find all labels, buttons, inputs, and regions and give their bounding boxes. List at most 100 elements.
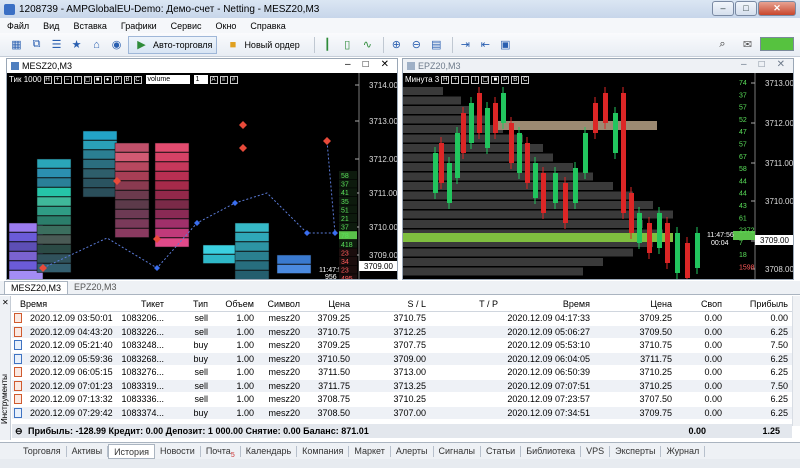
column-header[interactable]: Прибыль: [750, 299, 788, 309]
tab-12[interactable]: VPS: [581, 445, 611, 457]
chart-window-mesz20[interactable]: MESZ20,M3 – □ ✕ 3714.00 3713.00 3712.00 371…: [6, 58, 398, 280]
tool-lines-icon[interactable]: ≡: [219, 75, 228, 84]
column-header[interactable]: S / L: [407, 299, 426, 309]
tool-fill-icon[interactable]: ■: [491, 75, 500, 84]
tab-13[interactable]: Эксперты: [610, 445, 662, 457]
column-header[interactable]: Время: [20, 299, 47, 309]
column-header[interactable]: Тикет: [141, 299, 164, 309]
line-chart-icon[interactable]: ∿: [359, 36, 376, 53]
tool-p-icon[interactable]: P: [113, 75, 122, 84]
chart-minimize-button[interactable]: –: [741, 59, 747, 70]
tool-box-icon[interactable]: ▢: [83, 75, 92, 84]
new-order-button[interactable]: ■ Новый ордер: [220, 36, 303, 54]
tool-plus-icon[interactable]: +: [53, 75, 62, 84]
candle-chart-icon[interactable]: ▯: [339, 36, 356, 53]
column-header[interactable]: T / P: [479, 299, 498, 309]
table-row[interactable]: 2020.12.09 05:59:36 1083268... buy 1.00 mesz…: [12, 352, 792, 365]
close-button[interactable]: ✕: [758, 1, 796, 16]
chart-maximize-button[interactable]: □: [759, 59, 765, 70]
column-header[interactable]: Своп: [701, 299, 722, 309]
maximize-button[interactable]: □: [735, 1, 757, 16]
tab-epz20[interactable]: EPZ20,M3: [68, 281, 123, 294]
column-header[interactable]: Цена: [650, 299, 672, 309]
profiles-icon[interactable]: ⧉: [28, 36, 45, 53]
menu-insert[interactable]: Вставка: [66, 21, 113, 31]
chart-close-button[interactable]: ✕: [381, 59, 389, 70]
tool-minus-icon[interactable]: −: [461, 75, 470, 84]
chart-minimize-button[interactable]: –: [345, 59, 351, 70]
collapse-icon[interactable]: ⊖: [15, 426, 23, 437]
menu-view[interactable]: Вид: [36, 21, 66, 31]
tab-2[interactable]: История: [108, 443, 155, 459]
table-row[interactable]: 2020.12.09 05:21:40 1083248... buy 1.00 mesz…: [12, 339, 792, 351]
table-row[interactable]: 2020.12.09 07:01:23 1083319... sell 1.00 mes…: [12, 379, 792, 392]
tab-10[interactable]: Статьи: [481, 445, 522, 457]
tab-5[interactable]: Календарь: [241, 445, 298, 457]
chat-icon[interactable]: ✉: [739, 36, 756, 53]
table-row[interactable]: 2020.12.09 07:29:42 1083374... buy 1.00 mesz…: [12, 406, 792, 419]
tool-h-icon[interactable]: H: [441, 75, 450, 84]
tool-c-icon[interactable]: C: [133, 75, 142, 84]
navigator-icon[interactable]: ★: [68, 36, 85, 53]
tool-c-icon[interactable]: C: [521, 75, 530, 84]
tool-dot-icon[interactable]: ●: [103, 75, 112, 84]
tab-8[interactable]: Алерты: [391, 445, 434, 457]
tab-7[interactable]: Маркет: [349, 445, 391, 457]
menu-help[interactable]: Справка: [243, 21, 292, 31]
table-row[interactable]: 2020.12.09 07:13:32 1083336... sell 1.00 mes…: [12, 393, 792, 405]
tool-plus-icon[interactable]: +: [451, 75, 460, 84]
tool-grid-icon[interactable]: #: [229, 75, 238, 84]
tab-mesz20[interactable]: MESZ20,M3: [4, 281, 69, 294]
zoom-in-icon[interactable]: ⊕: [388, 36, 405, 53]
tool-h-icon[interactable]: H: [43, 75, 52, 84]
tab-4[interactable]: Почта5: [201, 445, 241, 458]
table-scrollbar[interactable]: [792, 296, 800, 426]
tool-minus-icon[interactable]: −: [63, 75, 72, 84]
table-row[interactable]: 2020.12.09 04:43:20 1083226... sell 1.00 mes…: [12, 325, 792, 338]
chart-maximize-button[interactable]: □: [363, 59, 369, 70]
tab-11[interactable]: Библиотека: [521, 445, 582, 457]
zoom-out-icon[interactable]: ⊖: [408, 36, 425, 53]
menu-file[interactable]: Файл: [0, 21, 36, 31]
menu-charts[interactable]: Графики: [114, 21, 164, 31]
bar-chart-icon[interactable]: ┃: [319, 36, 336, 53]
chart-close-button[interactable]: ✕: [777, 59, 785, 70]
signal-icon[interactable]: ◉: [108, 36, 125, 53]
tool-bars-icon[interactable]: I: [471, 75, 480, 84]
minimize-button[interactable]: –: [712, 1, 734, 16]
chart-shift-icon[interactable]: ⇤: [477, 36, 494, 53]
tool-bars-icon[interactable]: I: [73, 75, 82, 84]
market-watch-icon[interactable]: ☰: [48, 36, 65, 53]
tab-9[interactable]: Сигналы: [434, 445, 482, 457]
chart-canvas[interactable]: 3714.00 3713.00 3712.00 3711.00 3710.00 3709.…: [7, 73, 397, 279]
tool-b-icon[interactable]: B: [123, 75, 132, 84]
column-header[interactable]: Тип: [193, 299, 208, 309]
column-header[interactable]: Символ: [268, 299, 300, 309]
close-toolbox-icon[interactable]: ✕: [2, 298, 9, 307]
autotrade-button[interactable]: ▶ Авто-торговля: [128, 35, 218, 54]
table-row[interactable]: 2020.12.09 06:05:15 1083276... sell 1.00 mes…: [12, 366, 792, 378]
tab-6[interactable]: Компания: [297, 445, 350, 457]
tab-3[interactable]: Новости: [155, 445, 201, 457]
chart-window-epz20[interactable]: EPZ20,M3 – □ ✕ 3713.00 3712.00 3711.00 3710…: [402, 58, 794, 280]
data-window-icon[interactable]: ⌂: [88, 36, 105, 53]
tool-p-icon[interactable]: P: [501, 75, 510, 84]
auto-scroll-icon[interactable]: ⇥: [457, 36, 474, 53]
tab-1[interactable]: Активы: [67, 445, 109, 457]
column-header[interactable]: Время: [563, 299, 590, 309]
step-select[interactable]: 1: [193, 75, 208, 84]
tab-0[interactable]: Торговля: [18, 445, 67, 457]
volume-select[interactable]: volume: [145, 75, 190, 84]
search-icon[interactable]: ⌕: [714, 36, 731, 53]
tool-b-icon[interactable]: B: [511, 75, 520, 84]
table-row[interactable]: 2020.12.09 03:50:01 1083206... sell 1.00 mes…: [12, 312, 792, 324]
templates-icon[interactable]: ▣: [497, 36, 514, 53]
tool-a-icon[interactable]: A: [209, 75, 218, 84]
chart-canvas[interactable]: 3713.00 3712.00 3711.00 3710.00 3709.00 3708.…: [403, 73, 793, 279]
tab-14[interactable]: Журнал: [661, 445, 706, 457]
tile-windows-icon[interactable]: ▤: [428, 36, 445, 53]
tool-box-icon[interactable]: ▢: [481, 75, 490, 84]
menu-tools[interactable]: Сервис: [164, 21, 209, 31]
tool-fill-icon[interactable]: ■: [93, 75, 102, 84]
column-header[interactable]: Объем: [225, 299, 254, 309]
